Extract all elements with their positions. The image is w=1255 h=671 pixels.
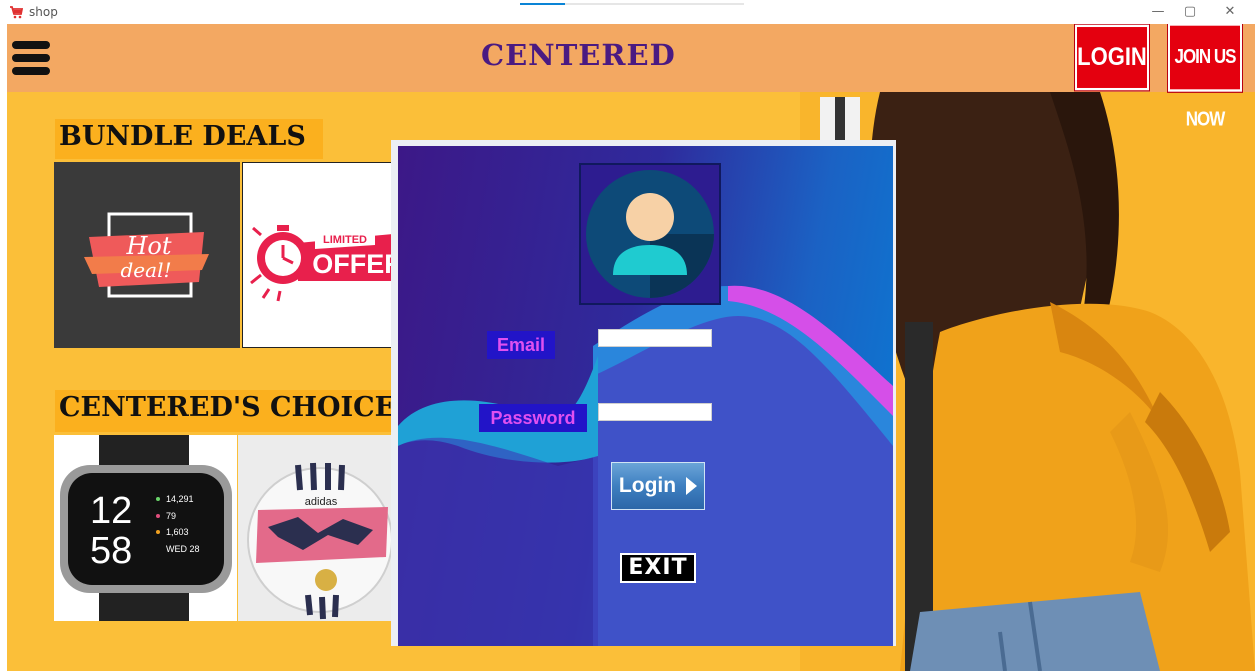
user-avatar-icon [581,165,719,303]
cart-icon [10,6,23,19]
smartwatch-tile[interactable]: 12 58 14,291 79 1,603 WED 28 [54,435,237,621]
maximize-button[interactable]: ▢ [1170,2,1210,22]
hot-deal-graphic: Hot deal! [54,162,240,348]
football-graphic: adidas [238,435,398,621]
watch-calories: 1,603 [166,527,189,537]
login-button[interactable]: LOGIN [1075,24,1149,91]
brand-logo-text: CENTERED [481,38,676,72]
limited-text: LIMITED [323,234,367,246]
loading-progress-bar [520,3,744,5]
avatar-frame [579,163,721,305]
email-label: Email [487,331,555,359]
email-field[interactable] [598,329,712,347]
football-tile[interactable]: adidas [238,435,398,621]
exit-button[interactable]: EXIT [620,553,696,583]
bundle-deals-heading: BUNDLE DEALS [55,119,323,159]
watch-date: WED 28 [166,544,200,554]
window-title: shop [29,5,58,19]
watch-minute: 58 [90,530,132,572]
submit-login-button[interactable]: Login [611,462,705,510]
hot-deal-text-2: deal! [121,258,172,282]
limited-offer-graphic: LIMITED OFFER [243,163,402,347]
close-button[interactable]: ✕ [1210,2,1250,22]
ball-brand: adidas [305,496,338,508]
password-label: Password [479,404,587,432]
password-field[interactable] [598,403,712,421]
join-us-now-button[interactable]: JOIN US NOW [1168,24,1242,130]
hot-deal-tile[interactable]: Hot deal! [54,162,240,348]
hot-deal-text-1: Hot [125,232,171,260]
watch-steps: 14,291 [166,494,194,504]
window-titlebar: shop — ▢ ✕ [0,0,1255,24]
loading-progress-fill [520,3,565,5]
watch-hour: 12 [90,490,132,532]
submit-login-label: Login [618,474,677,497]
hamburger-icon[interactable] [12,41,52,77]
centereds-choice-heading: CENTERED'S CHOICE [55,390,395,432]
smartwatch-graphic: 12 58 14,291 79 1,603 WED 28 [54,435,237,621]
login-dialog: Email Password Login EXIT [391,140,896,646]
limited-offer-tile[interactable]: LIMITED OFFER [242,162,402,348]
offer-text: OFFER [312,249,402,279]
watch-heart: 79 [166,511,176,521]
shop-window-content: CENTERED LOGIN JOIN US NOW BUNDLE DEALS … [7,24,1255,671]
top-nav-bar: CENTERED LOGIN JOIN US NOW [7,24,1255,130]
play-arrow-icon [686,477,698,495]
login-dialog-body: Email Password Login EXIT [398,146,893,646]
